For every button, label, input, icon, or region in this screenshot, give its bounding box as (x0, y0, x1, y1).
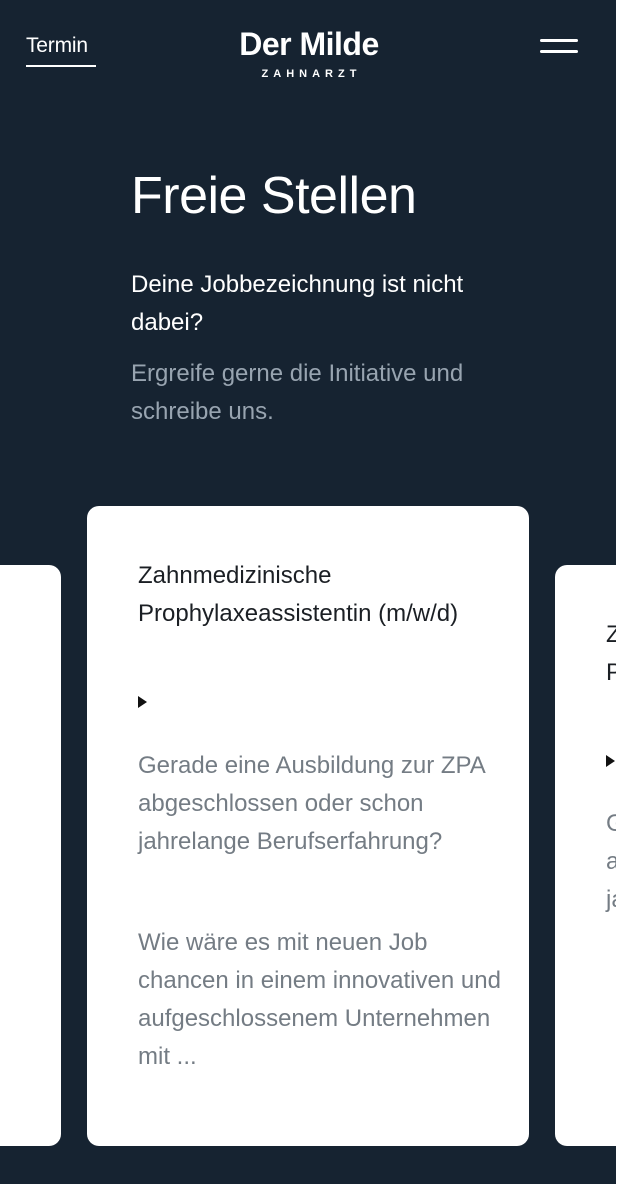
job-card-title: Zahnmedizinische Prophylaxeassistentin (… (138, 562, 459, 627)
logo[interactable]: Der Milde ZAHNARZT (210, 26, 408, 81)
play-triangle-icon[interactable] (606, 755, 615, 767)
logo-subtitle: ZAHNARZT (261, 68, 362, 80)
intro-lead: Deine Jobbezeichnung ist nicht dabei? (131, 271, 464, 336)
previous-job-card[interactable] (0, 565, 61, 1146)
menu-icon-line (540, 50, 578, 53)
logo-name: Der Milde (239, 26, 379, 62)
next-job-card-paragraph: Gerade eine Ausbildung zur ZPA abgeschlo… (606, 810, 616, 913)
play-triangle-icon[interactable] (138, 696, 147, 708)
menu-button[interactable] (534, 32, 584, 66)
next-job-card-title: Zahnmedizinische Prophylaxeassistentin (… (606, 621, 616, 686)
intro-subtext: Ergreife gerne die Initiative und schrei… (131, 360, 464, 425)
page: Termin Der Milde ZAHNARZT Freie Stellen … (0, 0, 616, 1184)
appointment-link-underline (26, 65, 96, 67)
page-title: Freie Stellen (131, 167, 417, 225)
job-card-paragraph: Gerade eine Ausbildung zur ZPA abgeschlo… (138, 752, 485, 855)
menu-icon (540, 39, 578, 42)
job-card-paragraph: Wie wäre es mit neuen Job chancen in ein… (138, 929, 501, 1070)
appointment-link[interactable]: Termin (26, 32, 88, 60)
